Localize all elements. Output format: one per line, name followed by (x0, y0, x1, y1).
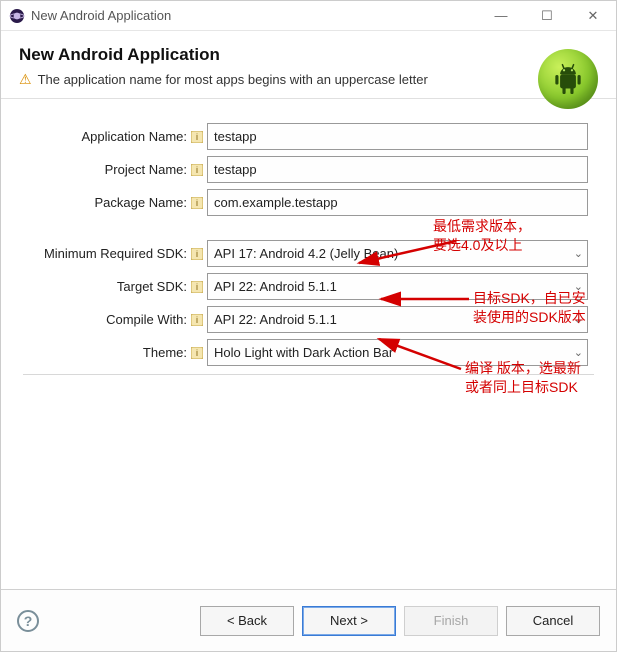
row-package-name: Package Name: i (11, 189, 606, 216)
label-compile-with: Compile With: (11, 312, 189, 327)
maximize-button[interactable]: ☐ (524, 1, 570, 30)
compile-with-value: API 22: Android 5.1.1 (214, 312, 337, 327)
warning-line: ⚠ The application name for most apps beg… (19, 71, 598, 88)
row-min-sdk: Minimum Required SDK: i API 17: Android … (11, 240, 606, 267)
window-title: New Android Application (31, 8, 478, 23)
info-icon[interactable]: i (191, 248, 203, 260)
next-button[interactable]: Next > (302, 606, 396, 636)
wizard-footer: ? < Back Next > Finish Cancel (1, 589, 616, 651)
info-icon[interactable]: i (191, 131, 203, 143)
wizard-header: New Android Application ⚠ The applicatio… (1, 31, 616, 99)
info-icon[interactable]: i (191, 347, 203, 359)
chevron-down-icon: ⌄ (574, 280, 583, 293)
project-name-input[interactable] (207, 156, 588, 183)
warning-text: The application name for most apps begin… (38, 72, 428, 87)
label-app-name: Application Name: (11, 129, 189, 144)
svg-text:i: i (196, 282, 198, 292)
chevron-down-icon: ⌄ (574, 313, 583, 326)
label-target-sdk: Target SDK: (11, 279, 189, 294)
target-sdk-select[interactable]: API 22: Android 5.1.1 ⌄ (207, 273, 588, 300)
info-icon[interactable]: i (191, 281, 203, 293)
info-icon[interactable]: i (191, 314, 203, 326)
svg-text:i: i (196, 249, 198, 259)
label-theme: Theme: (11, 345, 189, 360)
theme-select[interactable]: Holo Light with Dark Action Bar ⌄ (207, 339, 588, 366)
close-button[interactable]: ✕ (570, 1, 616, 30)
minimize-button[interactable]: — (478, 1, 524, 30)
info-icon[interactable]: i (191, 164, 203, 176)
page-title: New Android Application (19, 45, 598, 65)
window-buttons: — ☐ ✕ (478, 1, 616, 30)
chevron-down-icon: ⌄ (574, 247, 583, 260)
svg-text:i: i (196, 198, 198, 208)
chevron-down-icon: ⌄ (574, 346, 583, 359)
min-sdk-select[interactable]: API 17: Android 4.2 (Jelly Bean) ⌄ (207, 240, 588, 267)
cancel-button[interactable]: Cancel (506, 606, 600, 636)
label-project-name: Project Name: (11, 162, 189, 177)
target-sdk-value: API 22: Android 5.1.1 (214, 279, 337, 294)
package-name-input[interactable] (207, 189, 588, 216)
row-theme: Theme: i Holo Light with Dark Action Bar… (11, 339, 606, 366)
theme-value: Holo Light with Dark Action Bar (214, 345, 393, 360)
svg-text:i: i (196, 132, 198, 142)
label-package-name: Package Name: (11, 195, 189, 210)
compile-with-select[interactable]: API 22: Android 5.1.1 ⌄ (207, 306, 588, 333)
label-min-sdk: Minimum Required SDK: (11, 246, 189, 261)
help-button[interactable]: ? (17, 610, 39, 632)
form: Application Name: i Project Name: i Pack… (1, 99, 616, 383)
divider (23, 374, 594, 375)
titlebar: New Android Application — ☐ ✕ (1, 1, 616, 31)
min-sdk-value: API 17: Android 4.2 (Jelly Bean) (214, 246, 398, 261)
svg-text:i: i (196, 165, 198, 175)
svg-text:i: i (196, 315, 198, 325)
application-name-input[interactable] (207, 123, 588, 150)
info-icon[interactable]: i (191, 197, 203, 209)
finish-button: Finish (404, 606, 498, 636)
back-button[interactable]: < Back (200, 606, 294, 636)
svg-text:i: i (196, 348, 198, 358)
row-project-name: Project Name: i (11, 156, 606, 183)
android-logo-icon (538, 49, 598, 109)
eclipse-wizard-icon (9, 8, 25, 24)
row-compile-with: Compile With: i API 22: Android 5.1.1 ⌄ (11, 306, 606, 333)
row-target-sdk: Target SDK: i API 22: Android 5.1.1 ⌄ (11, 273, 606, 300)
row-app-name: Application Name: i (11, 123, 606, 150)
warning-icon: ⚠ (19, 71, 32, 88)
